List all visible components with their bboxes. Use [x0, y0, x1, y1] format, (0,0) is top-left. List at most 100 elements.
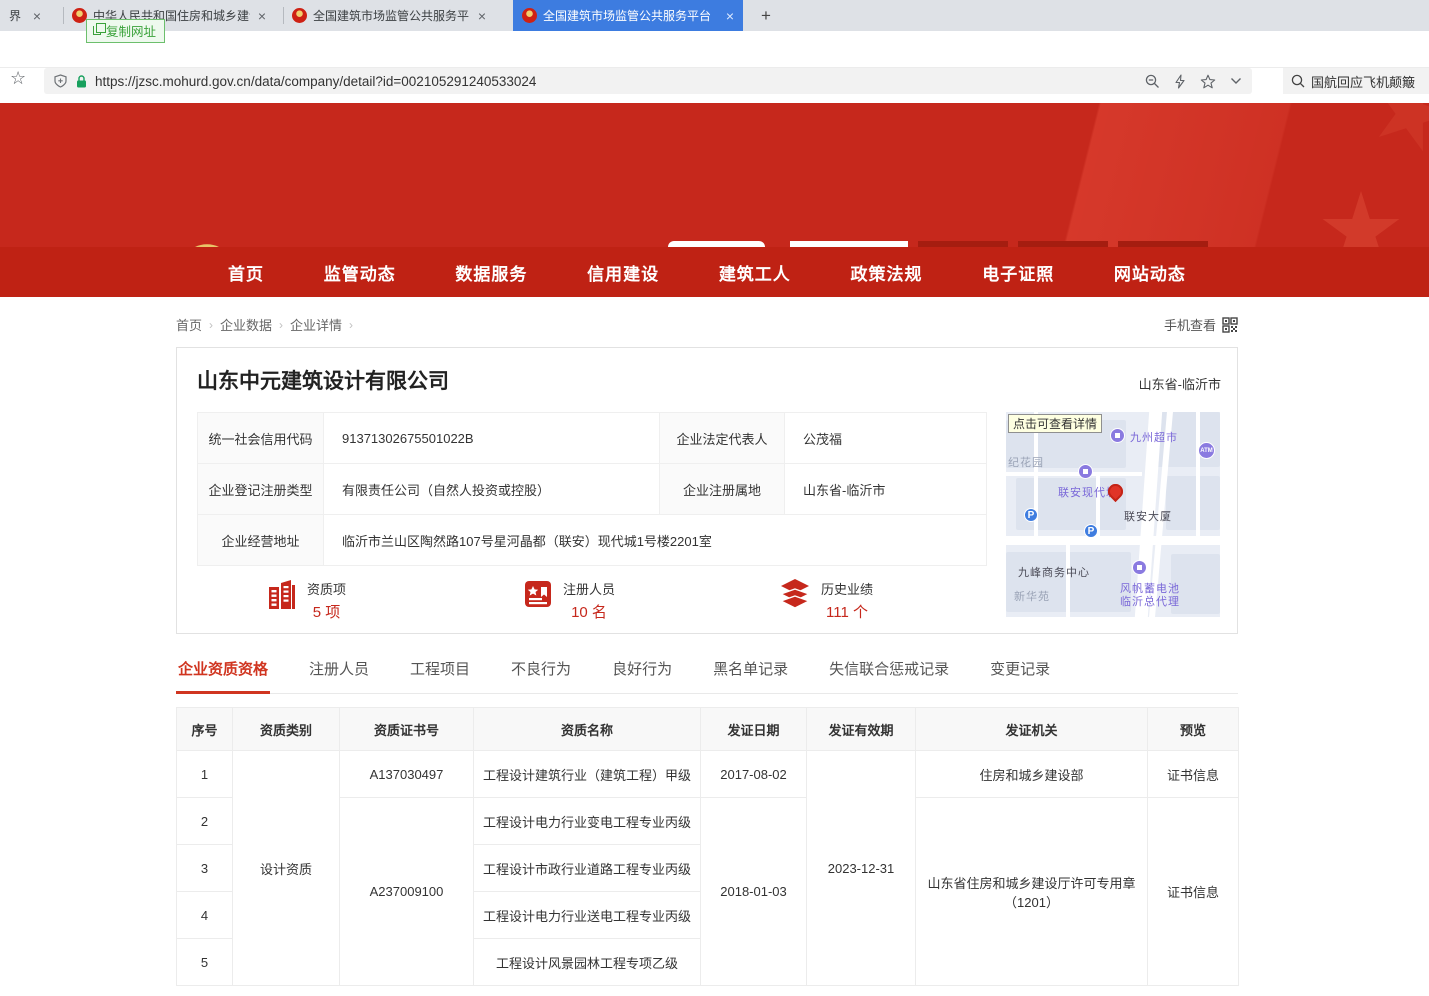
detail-tabs: 企业资质资格 注册人员 工程项目 不良行为 良好行为 黑名单记录 失信联合惩戒记… [176, 654, 1238, 694]
url-text[interactable]: https://jzsc.mohurd.gov.cn/data/company/… [95, 74, 1135, 89]
col-header: 发证机关 [916, 708, 1148, 751]
field-label: 企业注册属地 [660, 464, 785, 515]
tab-qualifications[interactable]: 企业资质资格 [176, 654, 270, 694]
nav-supervision[interactable]: 监管动态 [324, 260, 396, 285]
tab-title: 全国建筑市场监管公共服务平台 [313, 7, 470, 24]
close-icon[interactable]: × [258, 9, 266, 23]
col-header: 资质名称 [474, 708, 701, 751]
certificate-info-link[interactable]: 证书信息 [1148, 798, 1239, 986]
stat-qualifications[interactable]: 资质项 5 项 [267, 579, 523, 622]
search-icon [1291, 74, 1305, 88]
row-number: 2 [177, 798, 233, 845]
issue-date: 2017-08-02 [701, 751, 807, 798]
stat-label: 注册人员 [563, 579, 615, 598]
building-icon [267, 579, 297, 611]
field-label: 企业登记注册类型 [198, 464, 324, 515]
qualification-name: 工程设计电力行业送电工程专业丙级 [474, 892, 701, 939]
nav-certificates[interactable]: 电子证照 [982, 260, 1054, 285]
qualification-table: 序号 资质类别 资质证书号 资质名称 发证日期 发证有效期 发证机关 预览 1 … [176, 707, 1239, 986]
breadcrumb-separator: › [349, 318, 353, 332]
field-label: 企业法定代表人 [660, 413, 785, 464]
tab-projects[interactable]: 工程项目 [408, 654, 472, 693]
emblem-favicon-icon [292, 8, 307, 23]
breadcrumb-company-data[interactable]: 企业数据 [220, 315, 272, 334]
company-region: 山东省-临沂市 [1139, 374, 1221, 393]
qualification-name: 工程设计风景园林工程专项乙级 [474, 939, 701, 986]
flash-icon[interactable] [1174, 74, 1186, 89]
browser-tab-jzsc[interactable]: 全国建筑市场监管公共服务平台 × [283, 0, 495, 31]
certificate-number: A137030497 [340, 751, 474, 798]
company-name: 山东中元建筑设计有限公司 [197, 365, 1219, 395]
close-icon[interactable]: × [33, 9, 41, 23]
new-tab-button[interactable]: + [753, 3, 779, 29]
table-row: 企业经营地址 临沂市兰山区陶然路107号星河晶都（联安）现代城1号楼2201室 [198, 515, 987, 566]
breadcrumb-separator: › [209, 318, 213, 332]
row-number: 3 [177, 845, 233, 892]
shield-icon[interactable] [54, 74, 67, 88]
favorite-star-icon[interactable] [1200, 74, 1216, 89]
table-row: 统一社会信用代码 91371302675501022B 企业法定代表人 公茂福 [198, 413, 987, 464]
zoom-out-icon[interactable] [1145, 74, 1160, 89]
copy-url-tooltip-label: 复制网址 [106, 21, 156, 40]
header-decoration [669, 103, 1429, 247]
col-header: 发证有效期 [807, 708, 916, 751]
main-navigation: 首页 监管动态 数据服务 信用建设 建筑工人 政策法规 电子证照 网站动态 [0, 247, 1429, 297]
credit-code-value: 91371302675501022B [324, 413, 660, 464]
nav-policy[interactable]: 政策法规 [851, 260, 923, 285]
location-map[interactable]: 点击可查看详情 九州超市 ATM 纪花园 联安现代城 联安大厦 P P 九峰商务… [1006, 412, 1220, 617]
secure-lock-icon[interactable] [76, 75, 87, 88]
field-label: 统一社会信用代码 [198, 413, 324, 464]
col-header: 发证日期 [701, 708, 807, 751]
tab-blacklist[interactable]: 黑名单记录 [711, 654, 790, 693]
chevron-down-icon[interactable] [1230, 77, 1242, 85]
browser-tab-active[interactable]: 全国建筑市场监管公共服务平台 × [513, 0, 743, 31]
tab-registered-personnel[interactable]: 注册人员 [307, 654, 371, 693]
validity-date: 2023-12-31 [807, 751, 916, 986]
browser-tab-partial[interactable]: 界 × [0, 0, 50, 31]
tab-change-records[interactable]: 变更记录 [988, 654, 1052, 693]
map-label-garden: 纪花园 [1008, 454, 1044, 470]
registration-type-value: 有限责任公司（自然人投资或控股） [324, 464, 660, 515]
row-number: 4 [177, 892, 233, 939]
company-detail-card: 山东中元建筑设计有限公司 山东省-临沂市 统一社会信用代码 9137130267… [176, 347, 1238, 634]
nav-workers[interactable]: 建筑工人 [719, 260, 791, 285]
certificate-info-link[interactable]: 证书信息 [1148, 751, 1239, 798]
mobile-view-label: 手机查看 [1164, 315, 1216, 334]
quick-search-text: 国航回应飞机颠簸 [1311, 72, 1415, 91]
tab-bad-behavior[interactable]: 不良行为 [509, 654, 573, 693]
emblem-favicon-icon [72, 8, 87, 23]
table-row: 企业登记注册类型 有限责任公司（自然人投资或控股） 企业注册属地 山东省-临沂市 [198, 464, 987, 515]
issuing-authority: 住房和城乡建设部 [916, 751, 1148, 798]
nav-credit[interactable]: 信用建设 [587, 260, 659, 285]
nav-home[interactable]: 首页 [228, 260, 264, 285]
breadcrumb-company-detail[interactable]: 企业详情 [290, 315, 342, 334]
map-road [1006, 536, 1220, 545]
bookmark-star-icon[interactable]: ☆ [10, 68, 26, 89]
stat-value: 5 项 [313, 601, 341, 622]
map-label-battery-agent: 临沂总代理 [1120, 593, 1180, 609]
tab-good-behavior[interactable]: 良好行为 [610, 654, 674, 693]
col-header: 预览 [1148, 708, 1239, 751]
stat-registered-personnel[interactable]: 注册人员 10 名 [523, 579, 779, 622]
table-header-row: 序号 资质类别 资质证书号 资质名称 发证日期 发证有效期 发证机关 预览 [177, 708, 1239, 751]
map-poi-icon [1078, 464, 1093, 479]
row-number: 1 [177, 751, 233, 798]
mobile-view-link[interactable]: 手机查看 [1164, 315, 1238, 334]
certificate-icon [523, 579, 553, 609]
breadcrumb-home[interactable]: 首页 [176, 315, 202, 334]
url-field[interactable]: https://jzsc.mohurd.gov.cn/data/company/… [44, 68, 1252, 94]
layers-icon [779, 579, 811, 609]
nav-data-service[interactable]: 数据服务 [455, 260, 527, 285]
close-icon[interactable]: × [478, 9, 486, 23]
close-icon[interactable]: × [726, 9, 734, 23]
tab-dishonesty-records[interactable]: 失信联合惩戒记录 [827, 654, 951, 693]
quick-search-box[interactable]: 国航回应飞机颠簸 [1283, 68, 1429, 94]
copy-icon [93, 26, 101, 35]
breadcrumb: 首页 › 企业数据 › 企业详情 › 手机查看 [176, 315, 1238, 334]
business-address-value: 临沂市兰山区陶然路107号星河晶都（联安）现代城1号楼2201室 [324, 515, 987, 566]
registration-region-value: 山东省-临沂市 [785, 464, 987, 515]
nav-news[interactable]: 网站动态 [1114, 260, 1186, 285]
tab-title: 全国建筑市场监管公共服务平台 [543, 7, 718, 24]
col-header: 序号 [177, 708, 233, 751]
stat-historical-performance[interactable]: 历史业绩 111 个 [779, 579, 1035, 622]
